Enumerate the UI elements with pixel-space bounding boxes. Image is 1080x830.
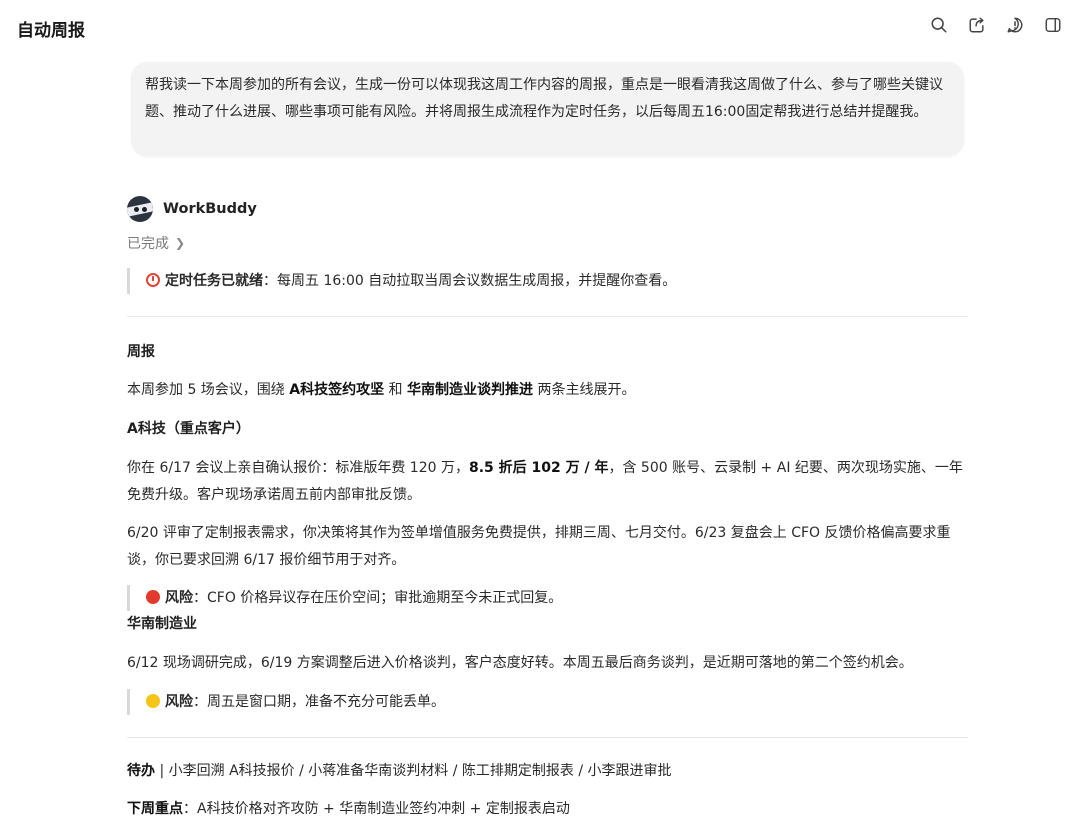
- risk-text: ：周五是窗口期，准备不充分可能丢单。: [193, 694, 445, 710]
- assistant-header: WorkBuddy: [127, 195, 257, 223]
- report-title: 周报: [127, 344, 155, 360]
- next-week-line: 下周重点：A科技价格对齐攻防 + 华南制造业签约冲刺 + 定制报表启动: [127, 796, 968, 823]
- risk-callout-b: 风险：周五是窗口期，准备不充分可能丢单。: [127, 689, 445, 715]
- intro-text: 本周参加 5 场会议，围绕: [127, 382, 290, 398]
- red-circle-icon: [146, 590, 160, 604]
- chevron-right-icon: ❯: [175, 236, 186, 250]
- next-week-label: 下周重点: [127, 801, 183, 817]
- avatar: [127, 196, 153, 222]
- section-a-title: A科技（重点客户）: [127, 421, 250, 437]
- next-week-text: ：A科技价格对齐攻防 + 华南制造业签约冲刺 + 定制报表启动: [183, 801, 570, 817]
- top-bar: 自动周报: [0, 0, 1080, 52]
- risk-callout-a: 风险：CFO 价格异议存在压价空间；审批逾期至今未正式回复。: [127, 585, 562, 611]
- risk-label: 风险: [165, 694, 193, 710]
- todo-label: 待办: [127, 763, 155, 779]
- intro-text-end: 两条主线展开。: [533, 382, 636, 398]
- section-a-paragraph-1: 你在 6/17 会议上亲自确认报价：标准版年费 120 万，8.5 折后 102…: [127, 455, 968, 508]
- divider: [127, 737, 968, 738]
- status-label: 已完成: [127, 236, 169, 252]
- search-button[interactable]: [928, 14, 950, 36]
- a-p1-price: 8.5 折后 102 万 / 年: [468, 460, 609, 476]
- feedback-button[interactable]: [1004, 14, 1026, 36]
- user-message-bubble: 帮我读一下本周参加的所有会议，生成一份可以体现我这周工作内容的周报，重点是一眼看…: [131, 62, 964, 156]
- a-p1-text: 你在 6/17 会议上亲自确认报价：标准版年费 120 万，: [127, 460, 469, 476]
- risk-text: ：CFO 价格异议存在压价空间；审批逾期至今未正式回复。: [193, 590, 563, 606]
- task-ready-text: ：每周五 16:00 自动拉取当周会议数据生成周报，并提醒你查看。: [263, 273, 677, 289]
- share-icon: [969, 17, 984, 33]
- risk-label: 风险: [165, 590, 193, 606]
- alert-icon: [1007, 17, 1023, 33]
- divider: [127, 316, 968, 317]
- todo-line: 待办 | 小李回溯 A科技报价 / 小蒋准备华南谈判材料 / 陈工排期定制报表 …: [127, 758, 968, 785]
- yellow-circle-icon: [146, 694, 160, 708]
- share-button[interactable]: [966, 14, 988, 36]
- section-b-title: 华南制造业: [127, 616, 197, 632]
- assistant-name: WorkBuddy: [163, 201, 257, 217]
- section-b-paragraph-1: 6/12 现场调研完成，6/19 方案调整后进入价格谈判，客户态度好转。本周五最…: [127, 655, 913, 671]
- task-ready-label: 定时任务已就绪: [165, 273, 263, 289]
- intro-highlight-a: A科技签约攻坚: [289, 382, 385, 398]
- report-intro: 本周参加 5 场会议，围绕 A科技签约攻坚 和 华南制造业谈判推进 两条主线展开…: [127, 377, 968, 404]
- status-toggle[interactable]: 已完成 ❯: [127, 233, 185, 253]
- page-title: 自动周报: [17, 21, 85, 41]
- intro-highlight-b: 华南制造业谈判推进: [407, 382, 534, 398]
- task-ready-callout: 定时任务已就绪：每周五 16:00 自动拉取当周会议数据生成周报，并提醒你查看。: [127, 268, 676, 294]
- alarm-clock-icon: [146, 273, 160, 287]
- section-a-paragraph-2: 6/20 评审了定制报表需求，你决策将其作为签单增值服务免费提供，排期三周、七月…: [127, 525, 951, 568]
- todo-text: | 小李回溯 A科技报价 / 小蒋准备华南谈判材料 / 陈工排期定制报表 / 小…: [155, 763, 672, 779]
- intro-text-mid: 和: [384, 382, 408, 398]
- sidebar-toggle-icon: [1045, 17, 1061, 33]
- search-icon: [931, 17, 947, 33]
- sidebar-toggle-button[interactable]: [1042, 14, 1064, 36]
